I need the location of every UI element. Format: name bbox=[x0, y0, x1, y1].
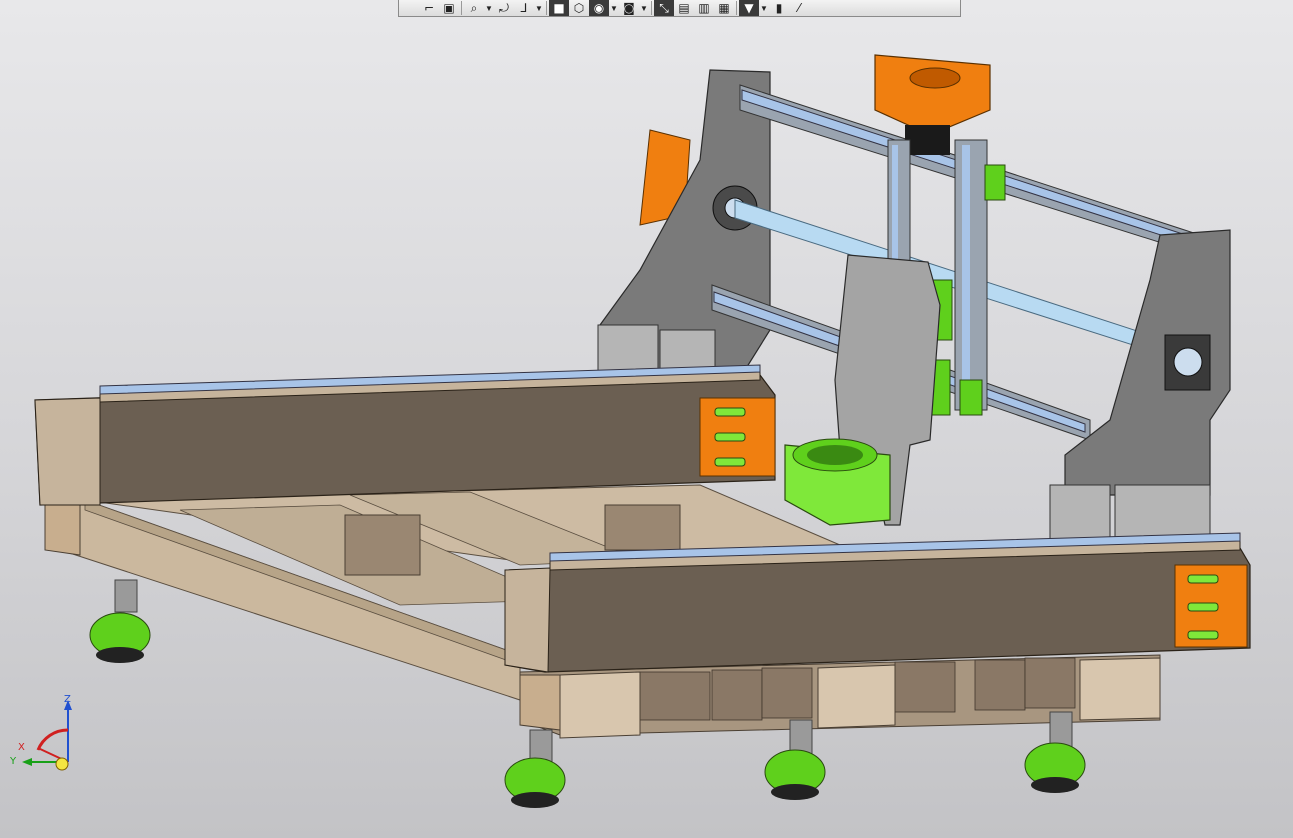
axis-z-label: Z bbox=[64, 694, 71, 705]
axis-triad: Z X Y bbox=[8, 690, 88, 780]
foot-front-left bbox=[504, 729, 566, 808]
axis-y-label: Y bbox=[10, 756, 17, 767]
cad-viewport[interactable] bbox=[0, 0, 1293, 838]
foot-front-mid bbox=[764, 719, 826, 800]
left-rail-beam bbox=[34, 364, 776, 506]
foot-front-right bbox=[1024, 711, 1086, 793]
right-rail-beam bbox=[504, 532, 1251, 673]
foot-back-left bbox=[89, 579, 151, 663]
axis-x-label: X bbox=[18, 742, 25, 753]
